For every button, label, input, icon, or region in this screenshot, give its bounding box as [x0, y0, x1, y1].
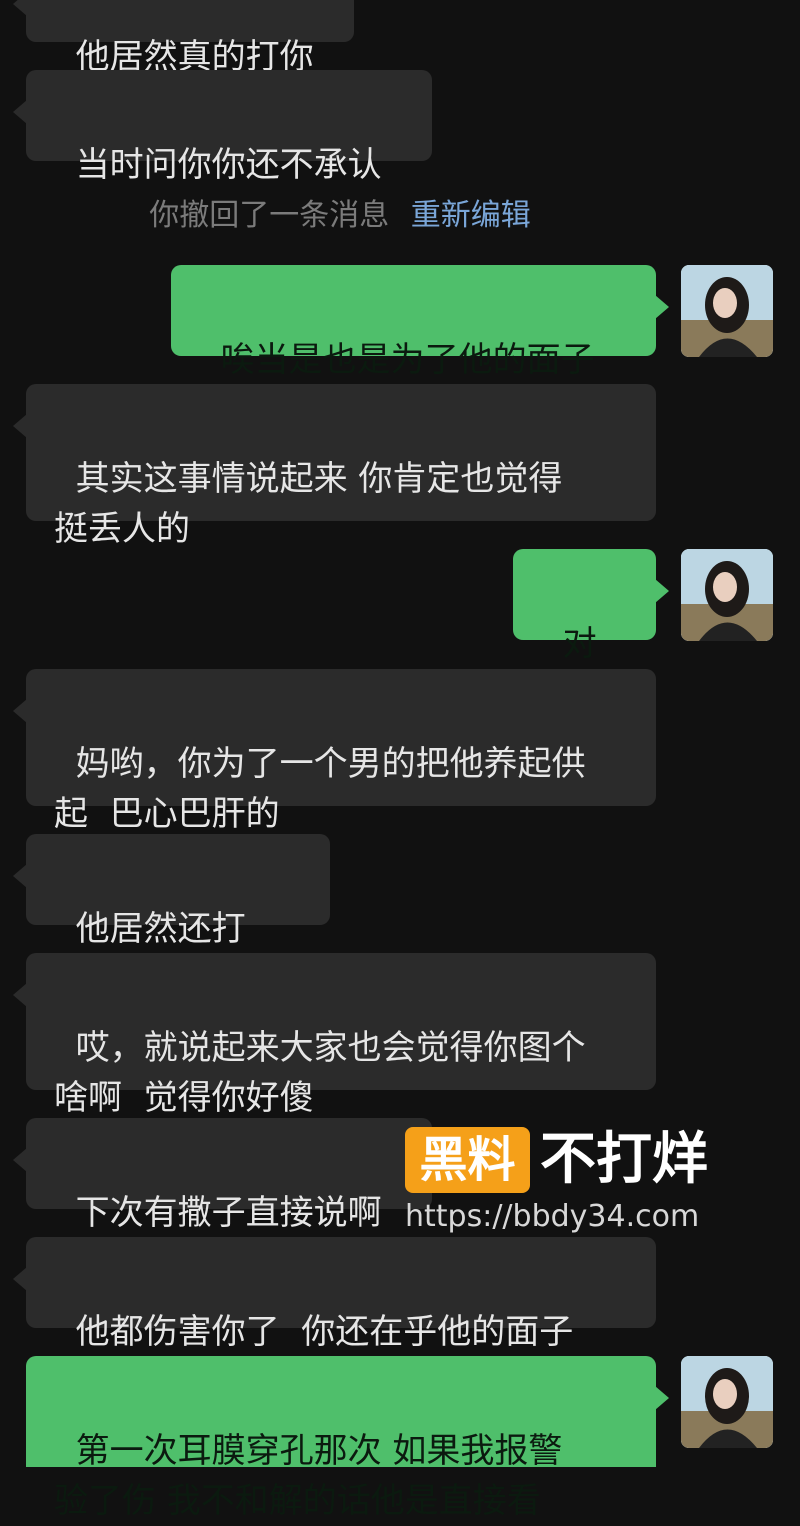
message-bubble-incoming[interactable]: 妈哟，你为了一个男的把他养起供 起 巴心巴肝的	[13, 669, 656, 834]
message-bubble-outgoing[interactable]: 唉当是也是为了他的面子	[171, 265, 669, 380]
message-text: 他都伤害你了 你还在乎他的面子	[75, 1312, 574, 1352]
message-bubble-incoming[interactable]: 哎，就说起来大家也会觉得你图个 啥啊 觉得你好傻	[13, 953, 656, 1118]
message-bubble-outgoing[interactable]: 第一次耳膜穿孔那次 如果我报警 验了伤 我不和解的话他是直接看	[26, 1356, 669, 1521]
watermark-url: https://bbdy34.com	[405, 1199, 700, 1234]
recall-notice: 你撤回了一条消息 重新编辑	[0, 190, 680, 234]
message-text: 第一次耳膜穿孔那次 如果我报警 验了伤 我不和解的话他是直接看	[54, 1431, 563, 1521]
message-bubble-outgoing[interactable]: 对啊	[513, 549, 669, 714]
avatar-photo-icon	[681, 265, 773, 357]
message-bubble-incoming[interactable]: 当时问你你还不承认	[13, 70, 432, 185]
avatar[interactable]	[681, 549, 773, 641]
message-bubble-incoming[interactable]: 他居然还打你。	[13, 834, 330, 999]
re-edit-link[interactable]: 重新编辑	[411, 198, 531, 233]
avatar-photo-icon	[681, 1356, 773, 1448]
message-text: 哎，就说起来大家也会觉得你图个 啥啊 觉得你好傻	[54, 1028, 586, 1118]
message-bubble-incoming[interactable]: 下次有撒子直接说啊	[13, 1118, 432, 1233]
recall-notice-text: 你撤回了一条消息	[149, 198, 390, 233]
message-bubble-incoming[interactable]: 他都伤害你了 你还在乎他的面子	[13, 1237, 656, 1352]
message-bubble-incoming[interactable]: 其实这事情说起来 你肯定也觉得 挺丢人的	[13, 384, 656, 549]
watermark-name: 不打烊	[540, 1127, 708, 1192]
avatar[interactable]	[681, 1356, 773, 1448]
message-text: 唉当是也是为了他的面子	[220, 340, 595, 380]
message-text: 妈哟，你为了一个男的把他养起供 起 巴心巴肝的	[54, 744, 586, 834]
message-text: 下次有撒子直接说啊	[75, 1193, 382, 1233]
watermark-logo: 黑料	[405, 1127, 530, 1193]
message-text: 其实这事情说起来 你肯定也觉得 挺丢人的	[54, 459, 563, 549]
avatar[interactable]	[681, 265, 773, 357]
avatar-photo-icon	[681, 549, 773, 641]
message-text: 当时问你你还不承认	[75, 145, 382, 185]
message-bubble-incoming[interactable]: 他居然真的打你	[13, 0, 354, 77]
